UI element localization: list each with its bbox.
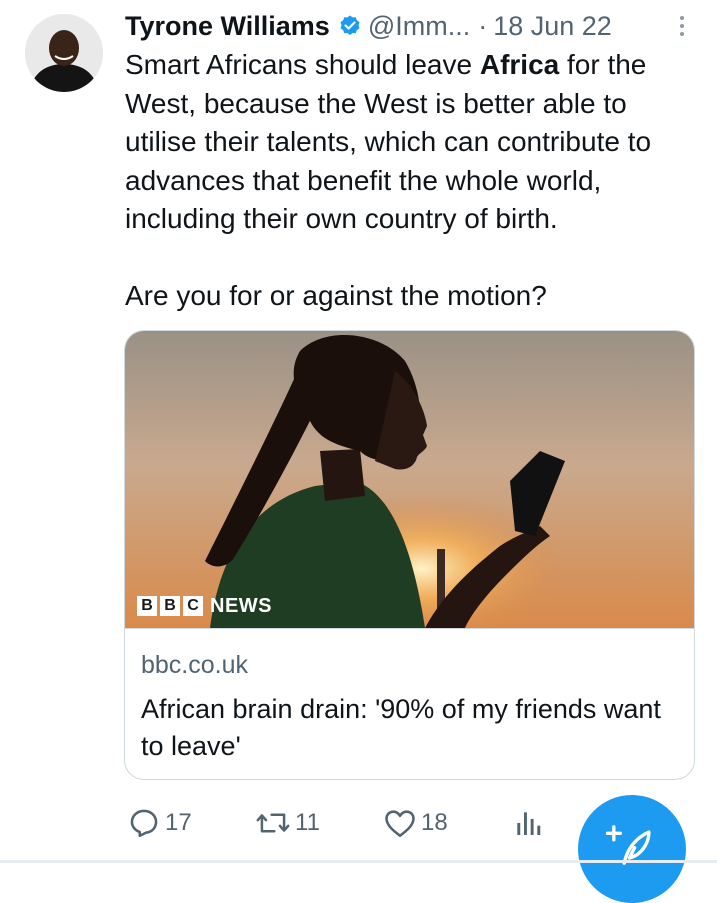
author-handle[interactable]: @Imm... [368,8,470,44]
retweet-icon [256,813,290,833]
analytics-button[interactable] [513,805,543,841]
card-title: African brain drain: '90% of my friends … [141,694,661,761]
tweet-text: Smart Africans should leave Africa for t… [125,46,705,315]
reply-button[interactable]: 17 [127,805,192,841]
header-separator: · [478,11,488,41]
like-count: 18 [421,809,448,836]
card-domain: bbc.co.uk [141,651,249,679]
card-body[interactable]: bbc.co.uk African brain drain: '90% of m… [125,628,694,779]
tweet-text-part: Smart Africans should leave [125,49,480,80]
reply-icon [130,809,158,838]
bbc-news-logo: B B C NEWS [137,595,272,617]
bbc-logo-letter: B [137,596,157,616]
link-card[interactable]: B B C NEWS bbc.co.uk African brain drain… [124,330,695,780]
bbc-logo-letter: B [160,596,180,616]
card-image: B B C NEWS [125,331,694,628]
compose-tweet-button[interactable] [578,795,686,903]
avatar-photo [25,14,103,92]
tweet-paragraph: Smart Africans should leave Africa for t… [125,46,705,239]
tweet-actions: 17 11 18 [125,805,585,841]
author-name[interactable]: Tyrone Williams [125,8,330,44]
compose-feather-icon [606,825,651,865]
bbc-logo-letter: C [183,596,203,616]
retweet-button[interactable]: 11 [255,805,320,841]
more-options-icon[interactable] [672,10,692,42]
tweet-question: Are you for or against the motion? [125,279,547,311]
heart-icon [385,810,415,838]
tweet-date[interactable]: 18 Jun 22 [493,8,612,44]
bbc-logo-word: NEWS [210,594,272,617]
avatar[interactable] [25,14,103,92]
tweet-text-bold: Africa [479,49,560,80]
verified-badge-icon [338,14,362,38]
analytics-icon [517,812,541,835]
reply-count: 17 [165,809,192,836]
like-button[interactable]: 18 [383,805,448,841]
retweet-count: 11 [295,809,320,836]
tweet-header: Tyrone Williams @Imm... · 18 Jun 22 [125,8,695,44]
woman-with-phone-silhouette [125,331,694,628]
